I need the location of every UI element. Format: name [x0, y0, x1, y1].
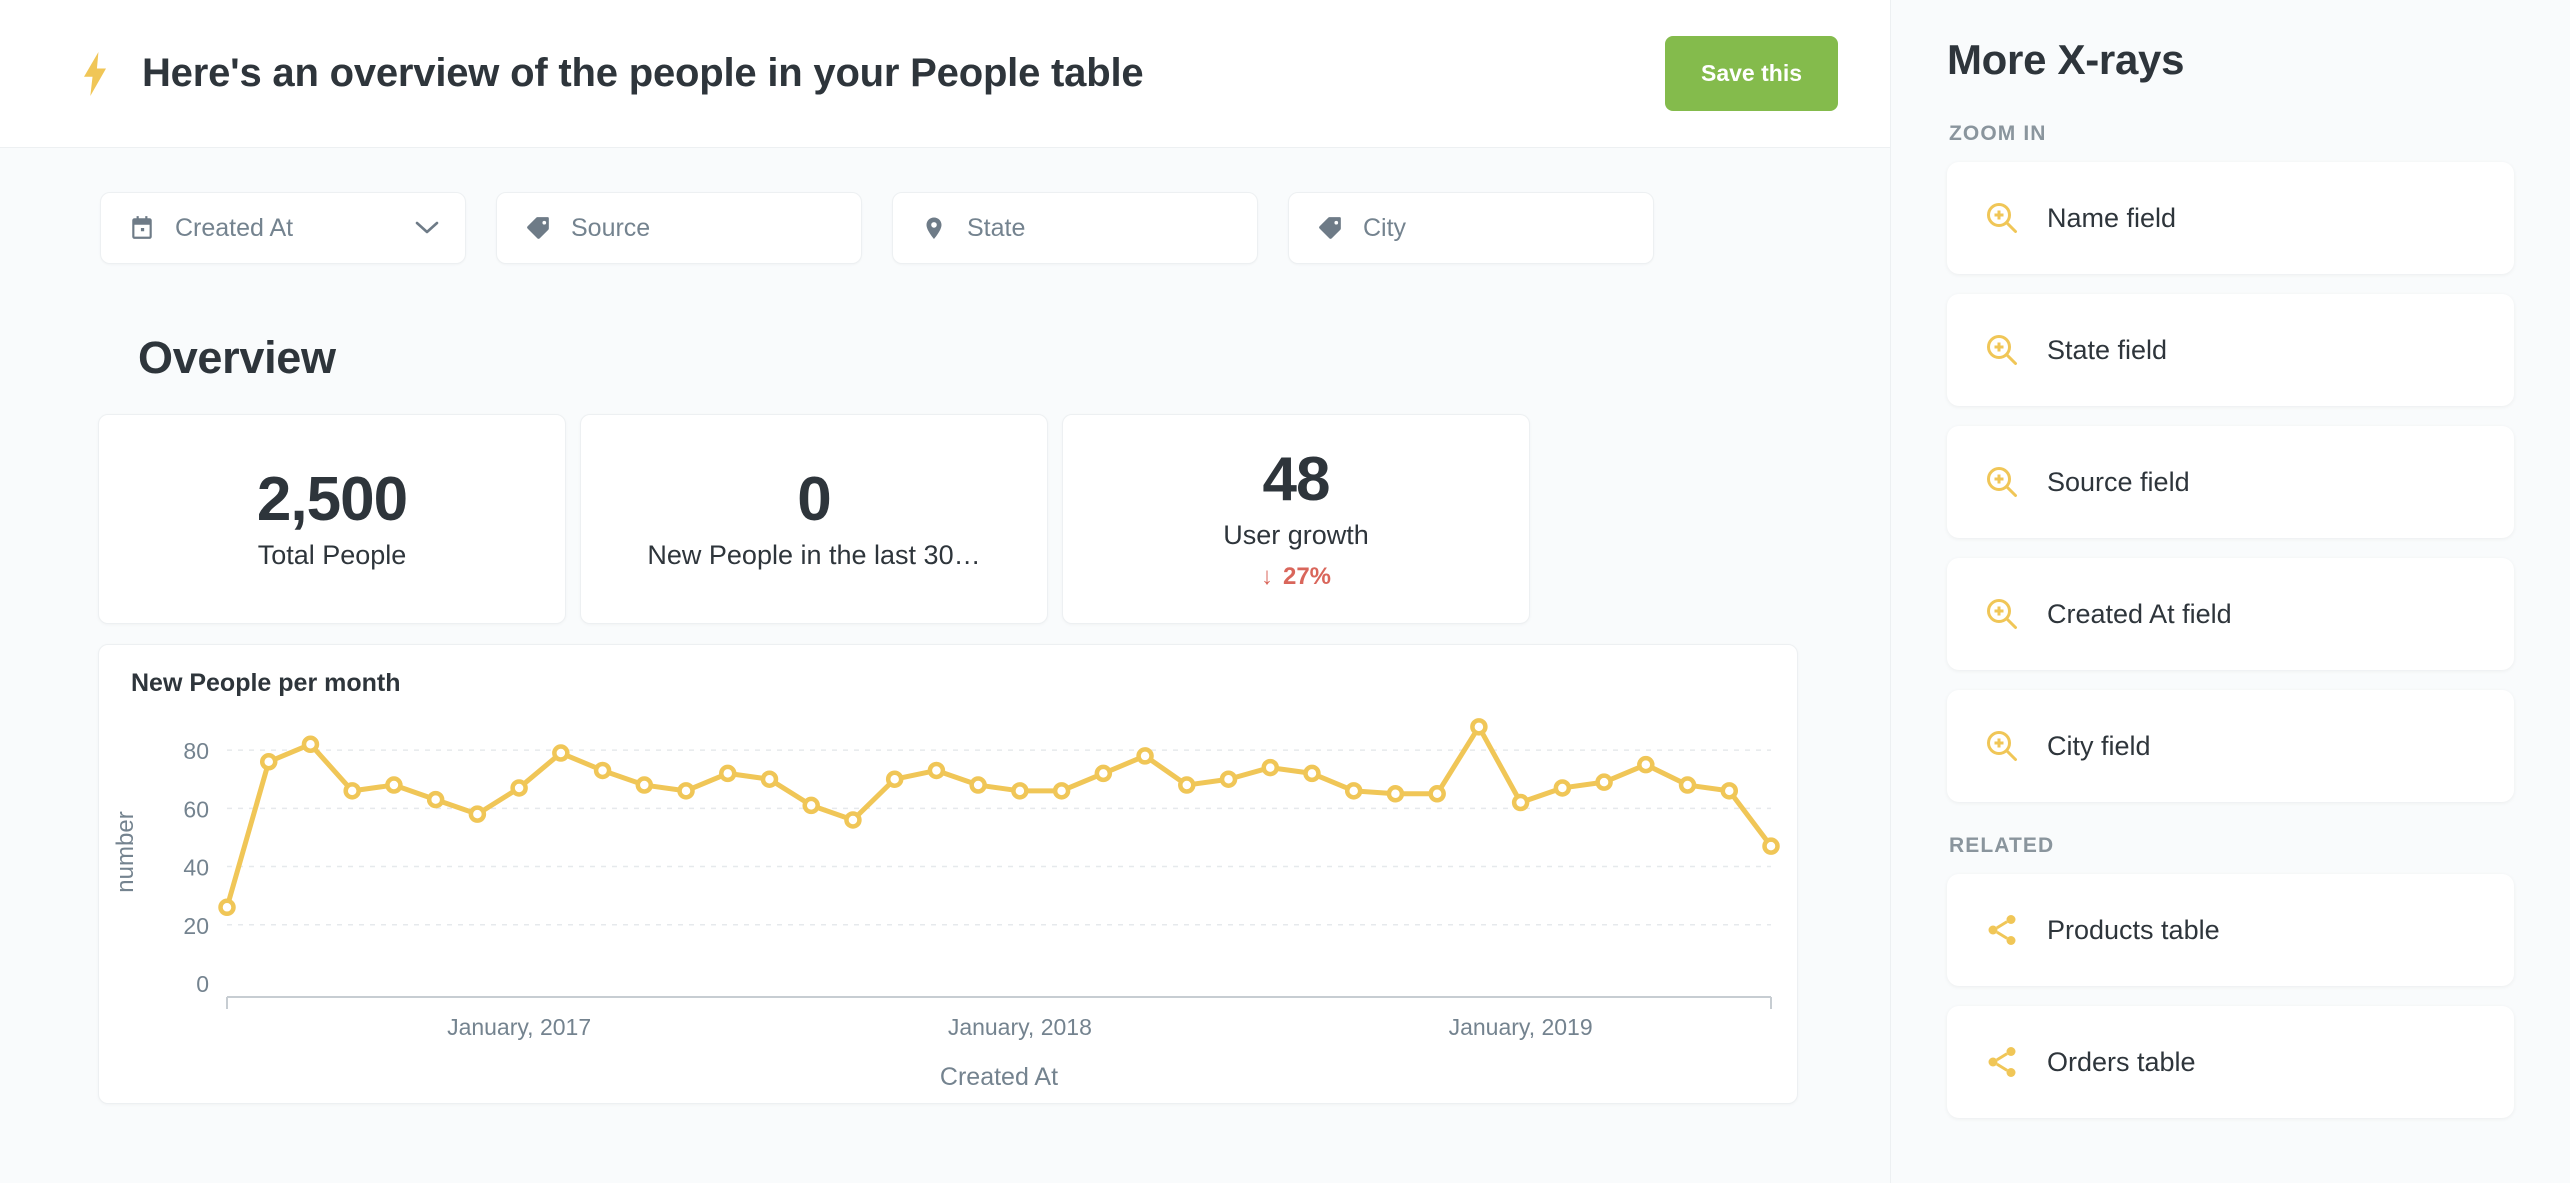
line-chart[interactable]: 0 20 40 60 80 number January, 2017 January, 201… [99, 701, 1798, 1101]
svg-text:40: 40 [183, 855, 209, 881]
zoom-in-icon [1981, 461, 2023, 503]
sidebar-item-label: Products table [2047, 914, 2220, 945]
svg-text:January, 2017: January, 2017 [447, 1014, 591, 1040]
stat-card-new-people-30-days[interactable]: 0 New People in the last 30… [580, 414, 1048, 624]
chart-card-new-people-per-month[interactable]: New People per month 0 20 40 60 80 number Janu… [98, 644, 1798, 1104]
stat-card-total-people[interactable]: 2,500 Total People [98, 414, 566, 624]
svg-text:20: 20 [183, 913, 209, 939]
more-xrays-sidebar: More X-rays ZOOM IN Name field State fie… [1890, 0, 2570, 1183]
sidebar-item-label: City field [2047, 730, 2151, 761]
stat-card-list: 2,500 Total People 0 New People in the l… [0, 384, 1890, 624]
share-nodes-icon [1981, 1041, 2023, 1083]
map-pin-icon [919, 213, 949, 243]
delta-value: 27% [1282, 563, 1332, 591]
sidebar-item-created-at-field[interactable]: Created At field [1947, 558, 2514, 670]
filter-bar: Created At Source State City [0, 148, 1890, 264]
sidebar-item-label: Name field [2047, 202, 2177, 233]
stat-label: Total People [257, 540, 407, 571]
save-button[interactable]: Save this [1665, 36, 1838, 111]
sidebar-item-source-field[interactable]: Source field [1947, 426, 2514, 538]
page-header: Here's an overview of the people in your… [0, 0, 1890, 148]
stat-value: 48 [1262, 444, 1331, 514]
filter-state[interactable]: State [892, 192, 1258, 264]
svg-text:80: 80 [183, 738, 209, 764]
sidebar-item-orders-table[interactable]: Orders table [1947, 1006, 2514, 1118]
sidebar-item-label: State field [2047, 334, 2168, 365]
sidebar-item-label: Orders table [2047, 1046, 2196, 1077]
overview-heading: Overview [138, 332, 336, 383]
sidebar-title: More X-rays [1947, 36, 2185, 83]
stat-card-user-growth[interactable]: 48 User growth ↓ 27% [1062, 414, 1530, 624]
filter-created-at[interactable]: Created At [100, 192, 466, 264]
calendar-icon [127, 213, 157, 243]
filter-city[interactable]: City [1288, 192, 1654, 264]
sidebar-item-label: Source field [2047, 466, 2190, 497]
chevron-down-icon[interactable] [415, 220, 439, 236]
section-heading-zoom-in: ZOOM IN [1949, 122, 2047, 145]
svg-text:number: number [112, 811, 139, 892]
tag-icon [1315, 213, 1345, 243]
main-content: Here's an overview of the people in your… [0, 0, 1890, 1183]
filter-label: City [1363, 213, 1407, 242]
svg-text:60: 60 [183, 796, 209, 822]
filter-label: Created At [175, 213, 294, 242]
status-badge: ↓ 27% [1261, 563, 1331, 591]
svg-text:Created At: Created At [940, 1063, 1058, 1091]
stat-value: 2,500 [256, 464, 408, 534]
zoom-in-icon [1981, 329, 2023, 371]
filter-label: Source [571, 213, 651, 242]
lightning-bolt-icon [78, 51, 112, 96]
filter-source[interactable]: Source [496, 192, 862, 264]
zoom-in-icon [1981, 593, 2023, 635]
tag-icon [523, 213, 553, 243]
sidebar-item-state-field[interactable]: State field [1947, 294, 2514, 406]
section-heading-related: RELATED [1949, 834, 2055, 857]
stat-label: New People in the last 30… [647, 540, 981, 571]
zoom-in-icon [1981, 197, 2023, 239]
chart-title: New People per month [131, 669, 401, 697]
sidebar-item-name-field[interactable]: Name field [1947, 162, 2514, 274]
filter-label: State [967, 213, 1026, 242]
zoom-in-icon [1981, 725, 2023, 767]
svg-text:January, 2019: January, 2019 [1449, 1014, 1593, 1040]
page-title: Here's an overview of the people in your… [142, 51, 1144, 95]
stat-value: 0 [797, 464, 831, 534]
arrow-down-icon: ↓ [1260, 563, 1273, 591]
share-nodes-icon [1981, 909, 2023, 951]
svg-text:0: 0 [196, 971, 209, 997]
sidebar-item-city-field[interactable]: City field [1947, 690, 2514, 802]
xray-dashboard: Here's an overview of the people in your… [0, 0, 2570, 1183]
svg-text:January, 2018: January, 2018 [948, 1014, 1092, 1040]
sidebar-item-products-table[interactable]: Products table [1947, 874, 2514, 986]
stat-label: User growth [1223, 520, 1369, 551]
sidebar-item-label: Created At field [2047, 598, 2232, 629]
